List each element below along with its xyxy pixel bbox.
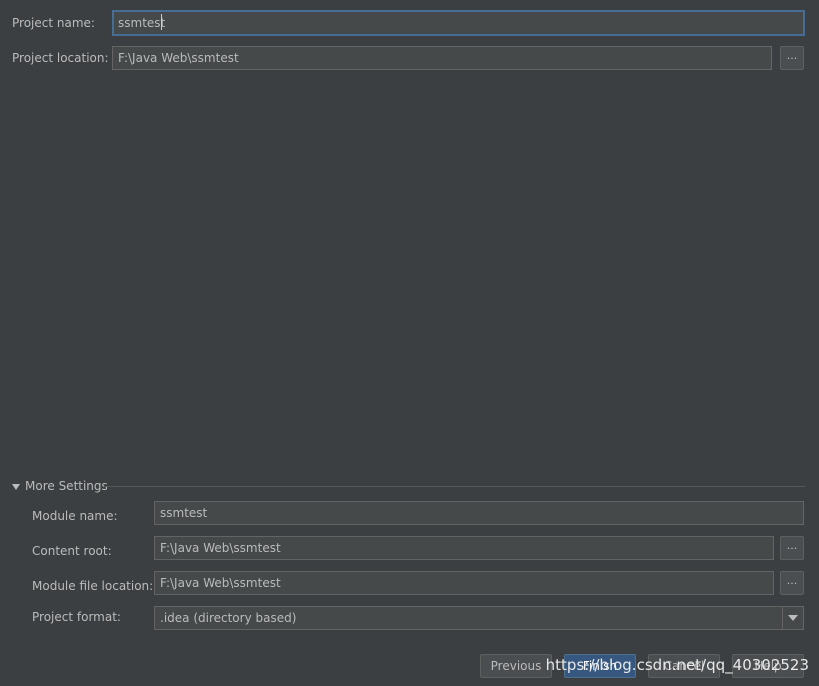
- project-format-label: Project format:: [32, 610, 121, 624]
- module-file-location-input[interactable]: [154, 571, 774, 595]
- project-format-value: .idea (directory based): [160, 611, 297, 625]
- watermark-text: https://blog.csdn.net/qq_40302523: [545, 656, 809, 674]
- chevron-down-icon[interactable]: [782, 607, 803, 629]
- project-name-input[interactable]: [112, 10, 805, 36]
- more-settings-toggle[interactable]: More Settings: [12, 479, 108, 493]
- more-settings-divider: [104, 486, 805, 487]
- project-format-select[interactable]: .idea (directory based): [154, 606, 804, 630]
- triangle-down-icon: [12, 483, 20, 490]
- content-root-browse-button[interactable]: ...: [780, 536, 804, 560]
- project-name-label: Project name:: [12, 16, 95, 30]
- text-cursor: [161, 14, 162, 30]
- content-root-input[interactable]: [154, 536, 774, 560]
- content-root-label: Content root:: [32, 544, 112, 558]
- project-location-input[interactable]: [112, 46, 772, 70]
- more-settings-title: More Settings: [25, 479, 108, 493]
- module-file-location-browse-button[interactable]: ...: [780, 571, 804, 595]
- project-location-label: Project location:: [12, 51, 109, 65]
- previous-button[interactable]: Previous: [480, 654, 552, 678]
- module-name-label: Module name:: [32, 509, 118, 523]
- module-file-location-label: Module file location:: [32, 579, 154, 593]
- module-name-input[interactable]: [154, 501, 804, 525]
- project-location-browse-button[interactable]: ...: [780, 46, 804, 70]
